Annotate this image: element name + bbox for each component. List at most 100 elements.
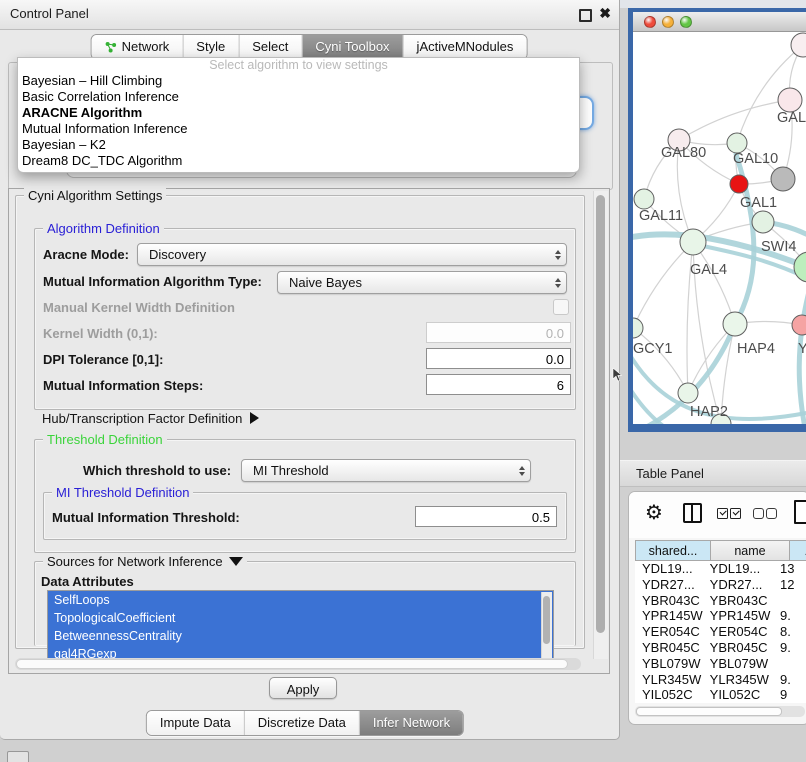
dropdown-item-basic-correlation-inference[interactable]: Basic Correlation Inference: [18, 89, 579, 105]
control-panel-title: Control Panel: [10, 6, 89, 21]
tab-select[interactable]: Select: [238, 35, 301, 59]
column-header-a[interactable]: A: [790, 540, 806, 561]
network-node-gal4[interactable]: [680, 229, 706, 255]
network-node-red[interactable]: [730, 175, 748, 193]
combo-arrows-icon: [555, 244, 561, 265]
column-header-name[interactable]: name: [711, 540, 790, 561]
network-node-gal11[interactable]: [634, 189, 654, 209]
dpi-tolerance-field[interactable]: 0.0: [426, 348, 571, 369]
dropdown-item-dream8-dc-tdc-algorithm[interactable]: Dream8 DC_TDC Algorithm: [18, 153, 579, 169]
checked-checkbox-icon[interactable]: [717, 508, 728, 519]
apply-button[interactable]: Apply: [269, 677, 337, 699]
table-rows: YDL19...YDL19...13YDR27...YDR27...12YBR0…: [635, 561, 806, 703]
network-edge: [693, 242, 735, 324]
kernel-width-field[interactable]: 0.0: [426, 322, 571, 343]
mi-threshold-field[interactable]: 0.5: [415, 506, 557, 527]
network-node-hap2[interactable]: [678, 383, 698, 403]
network-window: GALGAL80GAL10GAL1GAL11SWI4GAL4GCY1HAP4YH…: [628, 8, 806, 432]
mouse-cursor: [612, 368, 624, 382]
table-cell: YLR345W: [635, 672, 703, 688]
gear-icon[interactable]: ⚙: [645, 500, 663, 524]
algorithm-definition-group: Algorithm Definition Aracne Mode: Discov…: [34, 228, 576, 410]
aracne-mode-label: Aracne Mode:: [43, 247, 129, 262]
tab-infer-network[interactable]: Infer Network: [359, 711, 463, 735]
split-columns-icon[interactable]: [683, 503, 702, 523]
table-row[interactable]: YLR345WYLR345W9.: [635, 672, 806, 688]
table-row[interactable]: YBL079WYBL079W: [635, 656, 806, 672]
list-scrollbar[interactable]: [541, 592, 552, 664]
mac-minimize-button[interactable]: [662, 16, 674, 28]
network-canvas[interactable]: GALGAL80GAL10GAL1GAL11SWI4GAL4GCY1HAP4YH…: [633, 32, 806, 424]
which-threshold-combo[interactable]: MI Threshold: [241, 459, 531, 482]
tab-cyni-toolbox[interactable]: Cyni Toolbox: [301, 35, 402, 59]
mac-zoom-button[interactable]: [680, 16, 692, 28]
table-row[interactable]: YIL052CYIL052C9: [635, 687, 806, 703]
table-cell: YDR27...: [703, 577, 773, 593]
table-row[interactable]: YER054CYER054C8.: [635, 624, 806, 640]
which-threshold-value: MI Threshold: [253, 463, 329, 478]
dropdown-item-bayesian-hill-climbing[interactable]: Bayesian – Hill Climbing: [18, 73, 579, 89]
table-row[interactable]: YPR145WYPR145W9.: [635, 608, 806, 624]
aracne-mode-combo[interactable]: Discovery: [137, 243, 567, 266]
network-node-label: SWI4: [761, 239, 796, 255]
column-header-shared[interactable]: shared...: [635, 540, 711, 561]
cyni-bottom-tabbar: Impute DataDiscretize DataInfer Network: [146, 710, 464, 736]
dropdown-item-aracne-algorithm[interactable]: ARACNE Algorithm: [18, 105, 579, 121]
document-icon[interactable]: [794, 500, 806, 524]
tab-jactivemnodules[interactable]: jActiveMNodules: [403, 35, 527, 59]
data-attributes-list: SelfLoopsTopologicalCoefficientBetweenne…: [47, 590, 554, 666]
unchecked-checkbox-icon[interactable]: [753, 508, 764, 519]
algorithm-combo-fragment[interactable]: [578, 96, 594, 130]
float-window-icon[interactable]: [579, 9, 592, 22]
settings-vertical-scrollbar[interactable]: [593, 191, 608, 659]
which-threshold-label: Which threshold to use:: [83, 463, 231, 478]
table-cell: 9.: [773, 640, 806, 656]
network-node-label: GAL1: [740, 195, 777, 211]
network-node-gal[interactable]: [778, 88, 802, 112]
minimized-panel-button[interactable]: [7, 751, 29, 762]
cyni-settings-group-title: Cyni Algorithm Settings: [24, 188, 166, 203]
network-node-label: GAL: [777, 110, 806, 126]
table-row[interactable]: YDL19...YDL19...13: [635, 561, 806, 577]
dropdown-item-bayesian-k2[interactable]: Bayesian – K2: [18, 137, 579, 153]
sources-title-text[interactable]: Sources for Network Inference: [47, 554, 223, 569]
attribute-item-selfloops[interactable]: SelfLoops: [48, 591, 553, 609]
network-node-label: GCY1: [633, 341, 673, 357]
table-cell: 13: [773, 561, 806, 577]
tab-discretize-data[interactable]: Discretize Data: [244, 711, 359, 735]
network-node-y[interactable]: [792, 315, 806, 335]
table-row[interactable]: YBR045CYBR045C9.: [635, 640, 806, 656]
mi-type-combo[interactable]: Naive Bayes: [277, 271, 567, 294]
table-cell: YIL052C: [635, 687, 703, 703]
settings-horizontal-scrollbar[interactable]: [15, 658, 581, 670]
network-window-titlebar[interactable]: [633, 12, 806, 32]
attribute-item-topologicalcoefficient[interactable]: TopologicalCoefficient: [48, 609, 553, 627]
table-cell: YBL079W: [703, 656, 773, 672]
table-cell: YBR045C: [635, 640, 703, 656]
table-cell: 9.: [773, 672, 806, 688]
table-horizontal-scrollbar[interactable]: [635, 706, 805, 717]
network-node-gal10[interactable]: [727, 133, 747, 153]
mi-steps-field[interactable]: 6: [426, 374, 571, 395]
hub-definition-expander[interactable]: Hub/Transcription Factor Definition: [42, 411, 259, 426]
mi-threshold-label: Mutual Information Threshold:: [52, 510, 240, 525]
tab-network[interactable]: Network: [92, 35, 183, 59]
dpi-tolerance-label: DPI Tolerance [0,1]:: [43, 352, 163, 367]
tab-impute-data[interactable]: Impute Data: [147, 711, 244, 735]
network-node-gal1[interactable]: [752, 211, 774, 233]
network-node-gray[interactable]: [771, 167, 795, 191]
dropdown-item-mutual-information-inference[interactable]: Mutual Information Inference: [18, 121, 579, 137]
table-row[interactable]: YBR043CYBR043C: [635, 593, 806, 609]
network-node-swi4[interactable]: [794, 252, 806, 282]
unchecked-checkbox-icon[interactable]: [766, 508, 777, 519]
close-icon[interactable]: ✖: [599, 5, 611, 22]
network-node-hap4[interactable]: [723, 312, 747, 336]
table-panel-header: Table Panel: [620, 460, 806, 487]
table-row[interactable]: YDR27...YDR27...12: [635, 577, 806, 593]
attribute-item-betweennesscentrality[interactable]: BetweennessCentrality: [48, 627, 553, 645]
combo-arrows-icon: [519, 460, 525, 481]
mac-close-button[interactable]: [644, 16, 656, 28]
checked-checkbox-icon[interactable]: [730, 508, 741, 519]
manual-kernel-checkbox[interactable]: [553, 299, 569, 315]
tab-style[interactable]: Style: [182, 35, 238, 59]
